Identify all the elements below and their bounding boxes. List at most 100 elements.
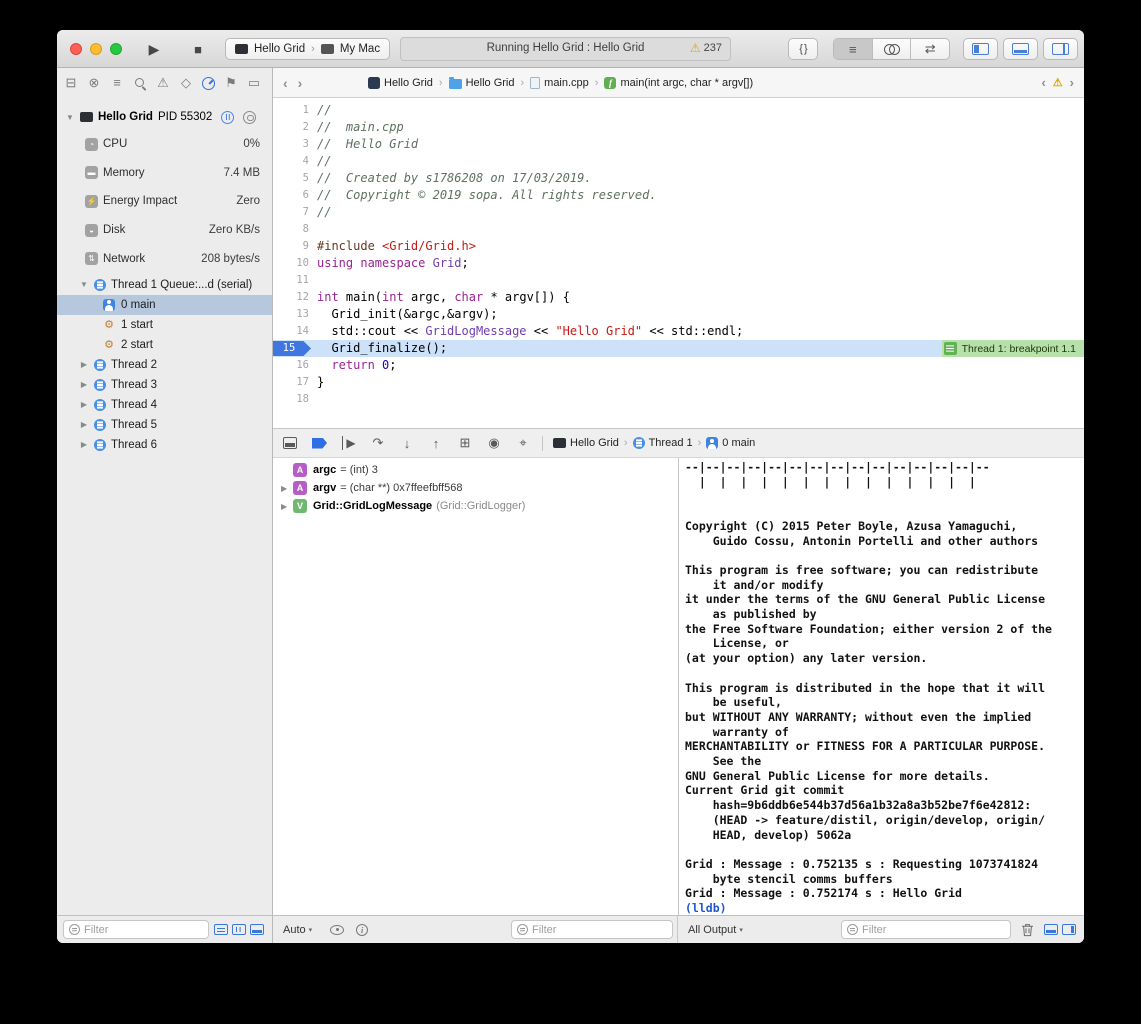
process-row[interactable]: ▼ Hello Grid PID 55302 <box>57 104 272 130</box>
symbol-navigator-icon[interactable]: ≡ <box>110 76 124 90</box>
stack-frame-row[interactable]: ⚙1 start <box>57 315 272 335</box>
stop-button[interactable]: ■ <box>185 38 211 60</box>
assistant-editor-button[interactable] <box>873 39 912 59</box>
disclosure-triangle-icon[interactable]: ▶ <box>281 502 293 511</box>
console-output[interactable]: --|--|--|--|--|--|--|--|--|--|--|--|--|-… <box>679 458 1084 915</box>
project-navigator-icon[interactable]: ⊟ <box>64 76 78 90</box>
thread-row[interactable]: ▶Thread 6 <box>57 435 272 455</box>
pause-process-icon[interactable] <box>221 111 234 124</box>
gauge-row-disk[interactable]: ◒DiskZero KB/s <box>57 216 272 245</box>
line-number[interactable]: 13 <box>273 306 317 323</box>
console-scope-popup[interactable]: All Output ▾ <box>688 924 743 936</box>
navigator-filter-field[interactable] <box>63 920 209 939</box>
line-number[interactable]: 9 <box>273 238 317 255</box>
disclosure-triangle-icon[interactable]: ▼ <box>79 280 89 289</box>
code-line[interactable]: 1// <box>273 102 1084 119</box>
standard-editor-button[interactable]: ≡ <box>834 39 873 59</box>
line-number[interactable]: 6 <box>273 187 317 204</box>
source-editor[interactable]: 1//2// main.cpp3// Hello Grid4//5// Crea… <box>273 98 1084 428</box>
debug-crumb-frame[interactable]: 0 main <box>706 437 755 449</box>
line-number[interactable]: 4 <box>273 153 317 170</box>
variables-scope-popup[interactable]: Auto ▾ <box>283 924 312 936</box>
toggle-debug-area-button[interactable] <box>1003 38 1038 60</box>
thread-row[interactable]: ▶Thread 4 <box>57 395 272 415</box>
gauge-row-memory[interactable]: ▬Memory7.4 MB <box>57 159 272 188</box>
view-by-thread-icon[interactable] <box>232 924 246 935</box>
line-number[interactable]: 16 <box>273 357 317 374</box>
code-line[interactable]: 5// Created by s1786208 on 17/03/2019. <box>273 170 1084 187</box>
thread-row[interactable]: ▶Thread 3 <box>57 375 272 395</box>
line-number[interactable]: 14 <box>273 323 317 340</box>
gauge-row-cpu[interactable]: ◔CPU0% <box>57 130 272 159</box>
stack-frame-row[interactable]: 0 main <box>57 295 272 315</box>
code-line[interactable]: 3// Hello Grid <box>273 136 1084 153</box>
thread-row[interactable]: ▼Thread 1 Queue:...d (serial) <box>57 275 272 295</box>
code-line[interactable]: 16 return 0; <box>273 357 1084 374</box>
thread-row[interactable]: ▶Thread 2 <box>57 355 272 375</box>
variables-filter-field[interactable] <box>511 920 673 939</box>
zoom-window-button[interactable] <box>110 43 122 55</box>
disclosure-triangle-icon[interactable]: ▶ <box>281 484 293 493</box>
code-line[interactable]: 18 <box>273 391 1084 408</box>
disclosure-triangle-icon[interactable]: ▶ <box>79 360 89 369</box>
gauge-row-energy-impact[interactable]: ⚡Energy ImpactZero <box>57 187 272 216</box>
code-line[interactable]: 2// main.cpp <box>273 119 1084 136</box>
issue-badge[interactable]: ⚠ 237 <box>690 42 722 54</box>
stack-frame-row[interactable]: ⚙2 start <box>57 335 272 355</box>
line-number[interactable]: 2 <box>273 119 317 136</box>
find-navigator-icon[interactable] <box>133 76 147 90</box>
disclosure-triangle-icon[interactable]: ▶ <box>79 440 89 449</box>
continue-button[interactable]: ▶ <box>342 436 356 450</box>
quicklook-eye-icon[interactable] <box>330 925 344 935</box>
variable-row[interactable]: ▶VGrid::GridLogMessage(Grid::GridLogger) <box>273 497 678 515</box>
debug-crumb-process[interactable]: Hello Grid <box>553 437 619 449</box>
toggle-navigator-button[interactable] <box>963 38 998 60</box>
line-number[interactable]: 18 <box>273 391 317 408</box>
variables-filter-input[interactable] <box>532 924 667 936</box>
disclosure-triangle-icon[interactable]: ▶ <box>79 380 89 389</box>
memory-debug-icon[interactable] <box>243 111 256 124</box>
close-window-button[interactable] <box>70 43 82 55</box>
line-number[interactable]: 5 <box>273 170 317 187</box>
toggle-inspector-button[interactable] <box>1043 38 1078 60</box>
back-button[interactable]: ‹ <box>283 75 288 91</box>
breakpoint-navigator-icon[interactable]: ⚑ <box>224 76 238 90</box>
crumb-project[interactable]: Hello Grid <box>368 77 433 89</box>
code-line[interactable]: 11 <box>273 272 1084 289</box>
console-filter-input[interactable] <box>862 924 1005 936</box>
code-line[interactable]: 6// Copyright © 2019 sopa. All rights re… <box>273 187 1084 204</box>
disclosure-triangle-icon[interactable]: ▶ <box>79 420 89 429</box>
memory-graph-button[interactable]: ◉ <box>487 435 501 451</box>
source-control-navigator-icon[interactable]: ⊗ <box>87 76 101 90</box>
view-by-queue-icon[interactable] <box>250 924 264 935</box>
crumb-symbol[interactable]: fmain(int argc, char * argv[]) <box>604 77 753 89</box>
disclosure-triangle-icon[interactable]: ▼ <box>65 113 75 122</box>
variable-row[interactable]: Aargc= (int) 3 <box>273 461 678 479</box>
console-filter-field[interactable] <box>841 920 1011 939</box>
next-issue-button[interactable]: › <box>1070 75 1074 90</box>
line-number[interactable]: 7 <box>273 204 317 221</box>
hide-debug-area-button[interactable] <box>283 437 297 449</box>
forward-button[interactable]: › <box>298 75 303 91</box>
version-editor-button[interactable]: ⇄ <box>911 39 949 59</box>
code-line[interactable]: 17} <box>273 374 1084 391</box>
minimize-window-button[interactable] <box>90 43 102 55</box>
line-number[interactable]: 1 <box>273 102 317 119</box>
gauge-row-network[interactable]: ⇅Network208 bytes/s <box>57 244 272 273</box>
code-line[interactable]: 15 Grid_finalize();Thread 1: breakpoint … <box>273 340 1084 357</box>
line-number[interactable]: 12 <box>273 289 317 306</box>
simulate-location-button[interactable]: ⌖ <box>516 435 530 451</box>
code-line[interactable]: 4// <box>273 153 1084 170</box>
line-number[interactable]: 17 <box>273 374 317 391</box>
view-hierarchy-button[interactable]: ⊞ <box>458 435 472 451</box>
code-line[interactable]: 7// <box>273 204 1084 221</box>
code-line[interactable]: 12int main(int argc, char * argv[]) { <box>273 289 1084 306</box>
print-description-icon[interactable]: i <box>356 924 368 936</box>
split-console-icon[interactable] <box>1062 924 1076 935</box>
instruction-pointer-badge[interactable]: 15 <box>273 341 311 356</box>
code-review-button[interactable]: { } <box>788 38 818 60</box>
code-line[interactable]: 14 std::cout << GridLogMessage << "Hello… <box>273 323 1084 340</box>
step-out-button[interactable]: ↑ <box>429 436 443 451</box>
navigator-filter-input[interactable] <box>84 924 203 936</box>
variable-row[interactable]: ▶Aargv= (char **) 0x7ffeefbff568 <box>273 479 678 497</box>
